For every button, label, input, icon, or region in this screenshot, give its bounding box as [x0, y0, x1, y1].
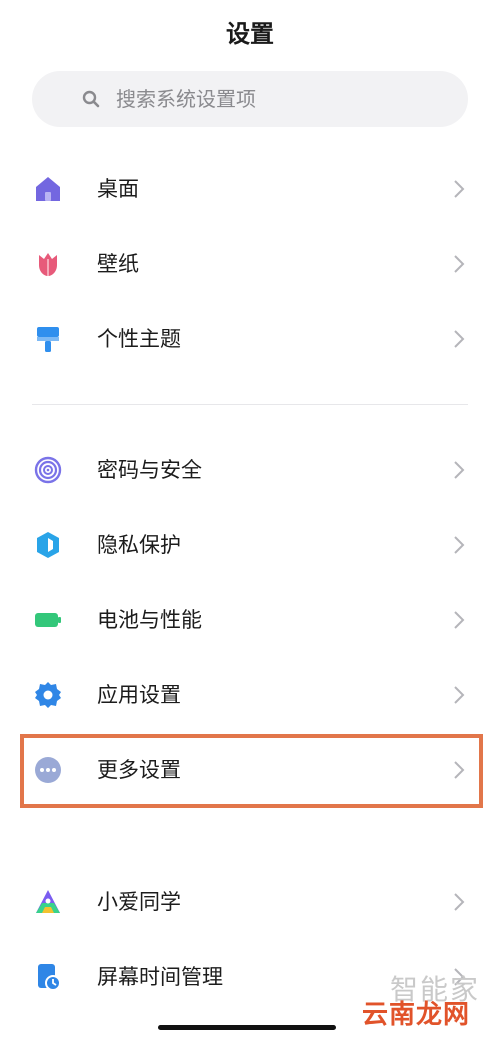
settings-item-privacy[interactable]: 隐私保护 — [0, 513, 500, 577]
settings-item-label: 隐私保护 — [97, 533, 181, 557]
settings-item-label: 电池与性能 — [97, 608, 202, 632]
paint-roller-icon — [37, 327, 59, 352]
settings-item-xiaoai[interactable]: 小爱同学 — [0, 870, 500, 934]
home-icon — [36, 177, 60, 201]
settings-item-label: 应用设置 — [97, 683, 181, 707]
settings-item-label: 密码与安全 — [97, 458, 202, 482]
settings-item-label: 壁纸 — [97, 252, 139, 276]
search-input[interactable] — [116, 87, 416, 111]
settings-screen: 设置 桌面 壁纸 个性主题 — [0, 0, 500, 1039]
screen-time-icon — [38, 964, 61, 991]
privacy-shield-icon — [37, 532, 59, 558]
chevron-right-icon — [454, 461, 465, 479]
watermark-line2: 云南龙网 — [362, 1000, 471, 1030]
gear-icon — [35, 682, 61, 708]
chevron-right-icon — [454, 255, 465, 273]
section-divider — [32, 404, 468, 405]
fingerprint-icon — [34, 456, 62, 484]
watermark: 智能家 云南龙网 — [362, 968, 494, 1032]
battery-icon — [35, 613, 61, 627]
search-bar[interactable] — [32, 71, 468, 127]
chevron-right-icon — [454, 330, 465, 348]
chevron-right-icon — [454, 180, 465, 198]
settings-item-wallpaper[interactable]: 壁纸 — [0, 232, 500, 296]
settings-item-app-settings[interactable]: 应用设置 — [0, 663, 500, 727]
tulip-wallpaper-icon — [39, 253, 57, 276]
settings-item-label: 桌面 — [97, 177, 139, 201]
chevron-right-icon — [454, 893, 465, 911]
settings-item-label: 小爱同学 — [97, 890, 181, 914]
search-icon — [82, 90, 100, 108]
home-indicator[interactable] — [158, 1025, 336, 1030]
settings-item-desktop[interactable]: 桌面 — [0, 157, 500, 221]
page-title: 设置 — [226, 20, 274, 48]
highlight-box — [20, 734, 483, 808]
settings-item-label: 屏幕时间管理 — [97, 965, 223, 989]
xiaoai-assistant-icon — [36, 890, 60, 913]
settings-item-themes[interactable]: 个性主题 — [0, 307, 500, 371]
settings-item-battery-performance[interactable]: 电池与性能 — [0, 588, 500, 652]
settings-item-label: 个性主题 — [97, 327, 181, 351]
chevron-right-icon — [454, 536, 465, 554]
chevron-right-icon — [454, 686, 465, 704]
settings-item-password-security[interactable]: 密码与安全 — [0, 438, 500, 502]
chevron-right-icon — [454, 611, 465, 629]
